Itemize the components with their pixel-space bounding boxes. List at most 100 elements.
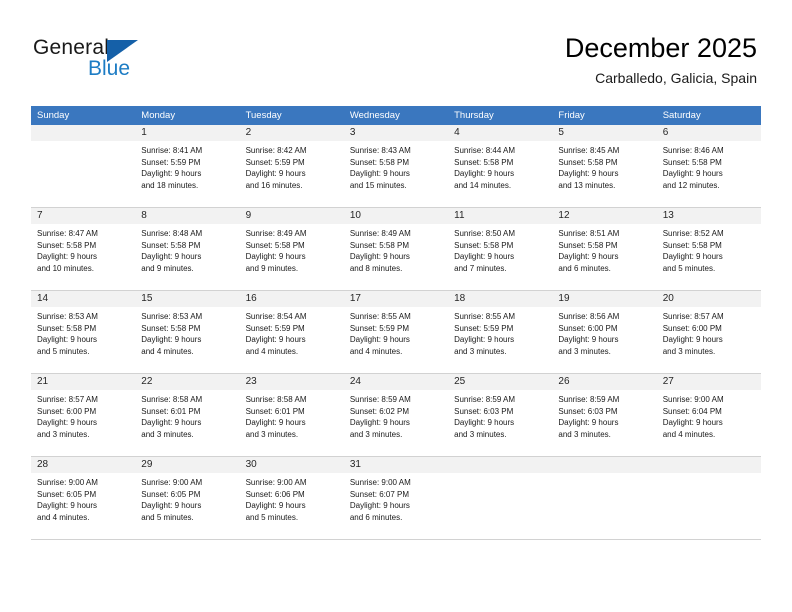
daylight-text-line2: and 5 minutes. [245, 512, 299, 522]
day-details: Sunrise: 8:58 AM Sunset: 6:01 PM Daylight:… [240, 390, 344, 440]
calendar-day-cell[interactable]: 31 Sunrise: 9:00 AM Sunset: 6:07 PM Dayligh… [343, 457, 449, 540]
calendar-day-cell[interactable]: 30 Sunrise: 9:00 AM Sunset: 6:06 PM Dayligh… [239, 457, 344, 540]
day-details: Sunrise: 8:52 AM Sunset: 5:58 PM Daylight:… [657, 224, 761, 274]
day-details: Sunrise: 8:50 AM Sunset: 5:58 PM Daylight:… [448, 224, 552, 274]
calendar-day-cell[interactable]: 1 Sunrise: 8:41 AM Sunset: 5:59 PM Daylight… [135, 125, 240, 208]
daylight-text-line2: and 3 minutes. [349, 429, 403, 439]
day-details [31, 141, 135, 145]
day-details: Sunrise: 8:45 AM Sunset: 5:58 PM Daylight:… [552, 141, 656, 191]
day-cell-inner: 24 Sunrise: 8:59 AM Sunset: 6:02 PM Dayligh… [343, 374, 449, 457]
daylight-text-line1: Daylight: 9 hours [349, 252, 410, 262]
calendar-day-cell[interactable]: 28 Sunrise: 9:00 AM Sunset: 6:05 PM Dayligh… [31, 457, 136, 540]
sunrise-text: Sunrise: 8:43 AM [349, 146, 411, 155]
calendar-day-cell[interactable]: 22 Sunrise: 8:58 AM Sunset: 6:01 PM Dayligh… [135, 374, 240, 457]
daylight-text-line1: Daylight: 9 hours [37, 252, 98, 262]
daylight-text-line2: and 9 minutes. [141, 263, 194, 273]
day-number: 30 [239, 457, 344, 473]
calendar-day-cell[interactable]: 24 Sunrise: 8:59 AM Sunset: 6:02 PM Dayligh… [343, 374, 449, 457]
calendar-day-cell[interactable]: 10 Sunrise: 8:49 AM Sunset: 5:58 PM Dayligh… [343, 208, 449, 291]
calendar-day-cell[interactable]: 12 Sunrise: 8:51 AM Sunset: 5:58 PM Dayligh… [552, 208, 657, 291]
calendar-day-cell[interactable]: 9 Sunrise: 8:49 AM Sunset: 5:58 PM Daylight… [239, 208, 344, 291]
calendar-day-cell[interactable]: 29 Sunrise: 9:00 AM Sunset: 6:05 PM Dayligh… [135, 457, 240, 540]
daylight-text-line1: Daylight: 9 hours [349, 501, 410, 511]
day-number [31, 125, 136, 141]
day-details [657, 473, 761, 477]
sunrise-text: Sunrise: 8:57 AM [662, 312, 724, 321]
day-cell-inner: 25 Sunrise: 8:59 AM Sunset: 6:03 PM Dayligh… [448, 374, 553, 457]
calendar-day-cell[interactable]: 23 Sunrise: 8:58 AM Sunset: 6:01 PM Dayligh… [239, 374, 344, 457]
day-number [656, 457, 761, 473]
calendar-table: Sunday Monday Tuesday Wednesday Thursday Frid… [31, 106, 761, 540]
day-details: Sunrise: 9:00 AM Sunset: 6:04 PM Daylight:… [657, 390, 761, 440]
daylight-text-line1: Daylight: 9 hours [454, 169, 515, 179]
day-number: 1 [135, 125, 240, 141]
daylight-text-line1: Daylight: 9 hours [349, 335, 410, 345]
day-number: 2 [239, 125, 344, 141]
day-cell-inner: 15 Sunrise: 8:53 AM Sunset: 5:58 PM Dayligh… [135, 291, 240, 374]
calendar-day-cell[interactable]: 5 Sunrise: 8:45 AM Sunset: 5:58 PM Daylight… [552, 125, 657, 208]
daylight-text-line2: and 5 minutes. [37, 346, 90, 356]
general-blue-logo[interactable]: General Blue [33, 36, 233, 86]
calendar-day-cell[interactable]: 7 Sunrise: 8:47 AM Sunset: 5:58 PM Daylight… [31, 208, 136, 291]
day-number: 29 [135, 457, 240, 473]
day-details: Sunrise: 8:49 AM Sunset: 5:58 PM Daylight:… [344, 224, 448, 274]
calendar-day-cell[interactable]: 11 Sunrise: 8:50 AM Sunset: 5:58 PM Dayligh… [448, 208, 553, 291]
calendar-day-cell[interactable]: 27 Sunrise: 9:00 AM Sunset: 6:04 PM Dayligh… [656, 374, 761, 457]
sunrise-text: Sunrise: 8:53 AM [37, 312, 98, 321]
daylight-text-line1: Daylight: 9 hours [558, 169, 619, 179]
day-cell-inner: 7 Sunrise: 8:47 AM Sunset: 5:58 PM Daylight… [31, 208, 136, 291]
daylight-text-line1: Daylight: 9 hours [245, 418, 306, 428]
calendar-day-cell[interactable]: 6 Sunrise: 8:46 AM Sunset: 5:58 PM Daylight… [656, 125, 761, 208]
calendar-day-cell[interactable]: 18 Sunrise: 8:55 AM Sunset: 5:59 PM Dayligh… [448, 291, 553, 374]
calendar-day-cell[interactable]: 17 Sunrise: 8:55 AM Sunset: 5:59 PM Dayligh… [343, 291, 449, 374]
sunrise-text: Sunrise: 8:55 AM [349, 312, 411, 321]
calendar-day-cell[interactable]: 3 Sunrise: 8:43 AM Sunset: 5:58 PM Daylight… [343, 125, 449, 208]
calendar-page: General Blue December 2025 Carballedo, G… [0, 0, 792, 612]
calendar-day-cell[interactable]: 2 Sunrise: 8:42 AM Sunset: 5:59 PM Daylight… [239, 125, 344, 208]
day-number: 15 [135, 291, 240, 307]
sunset-text: Sunset: 6:03 PM [454, 406, 514, 416]
sunrise-text: Sunrise: 9:00 AM [37, 478, 98, 487]
sunset-text: Sunset: 5:58 PM [245, 240, 305, 250]
location-subtitle: Carballedo, Galicia, Spain [595, 70, 757, 86]
day-cell-inner: 14 Sunrise: 8:53 AM Sunset: 5:58 PM Dayligh… [31, 291, 136, 374]
sunrise-text: Sunrise: 8:57 AM [37, 395, 98, 404]
sunset-text: Sunset: 5:59 PM [245, 157, 305, 167]
calendar-day-cell[interactable]: 19 Sunrise: 8:56 AM Sunset: 6:00 PM Dayligh… [552, 291, 657, 374]
sunset-text: Sunset: 5:59 PM [454, 323, 514, 333]
daylight-text-line2: and 12 minutes. [662, 180, 720, 190]
calendar-day-cell[interactable]: 16 Sunrise: 8:54 AM Sunset: 5:59 PM Dayligh… [239, 291, 344, 374]
daylight-text-line2: and 4 minutes. [662, 429, 716, 439]
calendar-day-cell[interactable]: 20 Sunrise: 8:57 AM Sunset: 6:00 PM Dayligh… [656, 291, 761, 374]
daylight-text-line1: Daylight: 9 hours [662, 418, 723, 428]
calendar-day-cell[interactable]: 13 Sunrise: 8:52 AM Sunset: 5:58 PM Dayligh… [656, 208, 761, 291]
sunrise-text: Sunrise: 8:46 AM [662, 146, 724, 155]
sunset-text: Sunset: 5:58 PM [37, 240, 97, 250]
calendar-day-cell[interactable]: 25 Sunrise: 8:59 AM Sunset: 6:03 PM Dayligh… [448, 374, 553, 457]
daylight-text-line2: and 14 minutes. [454, 180, 512, 190]
daylight-text-line2: and 4 minutes. [37, 512, 90, 522]
day-details: Sunrise: 8:44 AM Sunset: 5:58 PM Daylight:… [448, 141, 552, 191]
calendar-day-cell[interactable]: 4 Sunrise: 8:44 AM Sunset: 5:58 PM Daylight… [448, 125, 553, 208]
daylight-text-line1: Daylight: 9 hours [558, 335, 619, 345]
sunset-text: Sunset: 5:58 PM [558, 240, 618, 250]
sunrise-text: Sunrise: 9:00 AM [141, 478, 203, 487]
calendar-day-cell[interactable]: 15 Sunrise: 8:53 AM Sunset: 5:58 PM Dayligh… [135, 291, 240, 374]
page-header: General Blue December 2025 Carballedo, G… [0, 0, 792, 100]
day-details: Sunrise: 8:53 AM Sunset: 5:58 PM Daylight:… [31, 307, 135, 357]
day-number [448, 457, 553, 473]
sunset-text: Sunset: 5:58 PM [454, 240, 514, 250]
day-number: 28 [31, 457, 136, 473]
day-number: 23 [239, 374, 344, 390]
calendar-day-cell[interactable]: 8 Sunrise: 8:48 AM Sunset: 5:58 PM Daylight… [135, 208, 240, 291]
daylight-text-line1: Daylight: 9 hours [245, 169, 306, 179]
day-cell-inner: 4 Sunrise: 8:44 AM Sunset: 5:58 PM Daylight… [448, 125, 553, 208]
calendar-day-cell[interactable]: 26 Sunrise: 8:59 AM Sunset: 6:03 PM Dayligh… [552, 374, 657, 457]
calendar-day-cell[interactable]: 21 Sunrise: 8:57 AM Sunset: 6:00 PM Dayligh… [31, 374, 136, 457]
daylight-text-line1: Daylight: 9 hours [37, 501, 98, 511]
daylight-text-line2: and 3 minutes. [558, 429, 611, 439]
sunrise-text: Sunrise: 8:59 AM [349, 395, 411, 404]
calendar-day-cell[interactable]: 14 Sunrise: 8:53 AM Sunset: 5:58 PM Dayligh… [31, 291, 136, 374]
day-cell-inner: 28 Sunrise: 9:00 AM Sunset: 6:05 PM Dayligh… [31, 457, 136, 540]
day-cell-inner [552, 457, 657, 540]
